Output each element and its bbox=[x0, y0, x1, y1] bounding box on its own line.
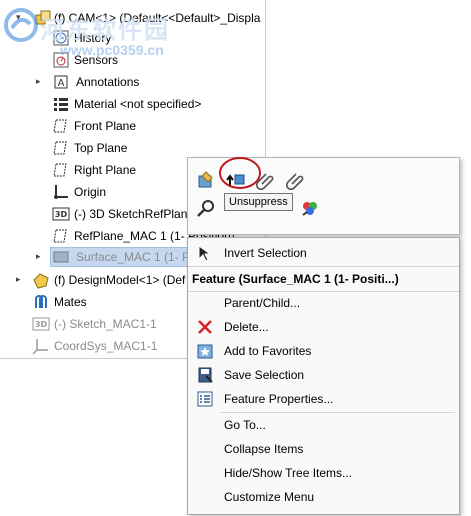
tree-item-sensors[interactable]: Sensors bbox=[52, 50, 252, 70]
tree-item-material[interactable]: Material <not specified> bbox=[52, 94, 262, 114]
tree-item-label: Right Plane bbox=[74, 163, 137, 177]
tree-root-label: (f) CAM<1> (Default<<Default>_Displa bbox=[54, 11, 261, 25]
plane-icon bbox=[53, 229, 67, 243]
tree-item-label: Mates bbox=[54, 295, 87, 309]
history-icon bbox=[53, 30, 69, 46]
menu-item-label: Go To... bbox=[224, 418, 266, 432]
origin-icon bbox=[54, 185, 68, 199]
tree-item-label: Annotations bbox=[76, 75, 140, 89]
zoom-to-selection-icon[interactable] bbox=[196, 198, 216, 218]
properties-icon bbox=[197, 391, 213, 407]
menu-item-label: Feature Properties... bbox=[224, 392, 334, 406]
tree-item-label: Front Plane bbox=[74, 119, 137, 133]
tree-item-annotations[interactable]: ▸ A Annotations bbox=[34, 72, 254, 92]
annotations-icon: A bbox=[54, 75, 68, 89]
menu-item-label: Invert Selection bbox=[224, 246, 307, 260]
paperclip-alt-icon[interactable] bbox=[286, 170, 306, 190]
tree-item-label: (f) DesignModel<1> (Def bbox=[54, 273, 186, 287]
menu-divider bbox=[188, 266, 459, 267]
3d-sketch-icon: 3D bbox=[52, 207, 70, 221]
material-icon bbox=[54, 98, 68, 111]
plane-icon bbox=[53, 119, 67, 133]
tree-item-label: CoordSys_MAC1-1 bbox=[54, 339, 158, 353]
menu-item-go-to[interactable]: Go To... bbox=[188, 414, 459, 436]
tree-item-label: Surface_MAC 1 (1- P bbox=[76, 250, 191, 264]
delete-icon bbox=[198, 320, 212, 334]
tree-item-label: History bbox=[74, 31, 112, 45]
part-icon bbox=[33, 273, 49, 289]
menu-item-collapse-items[interactable]: Collapse Items bbox=[188, 438, 459, 460]
menu-item-save-selection[interactable]: Save Selection bbox=[188, 364, 459, 386]
surface-icon bbox=[53, 251, 69, 263]
menu-item-label: Save Selection bbox=[224, 368, 305, 382]
tree-item-front-plane[interactable]: Front Plane bbox=[52, 116, 252, 136]
save-selection-icon bbox=[198, 367, 213, 383]
tree-item-label: (-) 3D SketchRefPlan bbox=[74, 207, 188, 221]
tree-item-label: Sensors bbox=[74, 53, 119, 67]
menu-header-label: Feature (Surface_MAC 1 (1- Positi...) bbox=[192, 272, 399, 286]
mates-icon bbox=[35, 295, 47, 308]
assembly-icon bbox=[35, 10, 51, 25]
sensors-icon bbox=[53, 52, 69, 68]
appearance-icon[interactable] bbox=[300, 198, 320, 218]
3d-sketch-icon: 3D bbox=[32, 317, 50, 331]
tree-item-label: Top Plane bbox=[74, 141, 128, 155]
tree-item-history[interactable]: History bbox=[52, 28, 252, 48]
tree-item-label: Origin bbox=[74, 185, 107, 199]
plane-icon bbox=[53, 163, 67, 177]
plane-icon bbox=[53, 141, 67, 155]
tree-root-item[interactable]: ▾ (f) CAM<1> (Default<<Default>_Displa bbox=[14, 8, 264, 28]
menu-item-label: Add to Favorites bbox=[224, 344, 312, 358]
menu-item-feature-properties[interactable]: Feature Properties... bbox=[188, 388, 459, 410]
menu-item-label: Customize Menu bbox=[224, 490, 315, 504]
menu-item-label: Collapse Items bbox=[224, 442, 304, 456]
context-menu: Invert Selection Feature (Surface_MAC 1 … bbox=[187, 237, 460, 515]
collapse-arrow-icon[interactable]: ▾ bbox=[16, 12, 21, 23]
expand-arrow-icon[interactable]: ▸ bbox=[36, 251, 41, 262]
tree-item-label: Material <not specified> bbox=[74, 97, 202, 111]
menu-item-parent-child[interactable]: Parent/Child... bbox=[188, 292, 459, 314]
unsuppress-tooltip: Unsuppress bbox=[224, 193, 293, 211]
menu-divider bbox=[220, 412, 455, 413]
menu-section-header: Feature (Surface_MAC 1 (1- Positi...) bbox=[188, 268, 459, 290]
highlight-circle bbox=[219, 157, 261, 189]
menu-item-label: Hide/Show Tree Items... bbox=[224, 466, 353, 480]
menu-item-label: Parent/Child... bbox=[224, 296, 301, 310]
menu-item-delete[interactable]: Delete... bbox=[188, 316, 459, 338]
tree-item-label: (-) Sketch_MAC1-1 bbox=[54, 317, 157, 331]
favorites-icon bbox=[197, 344, 213, 359]
edit-feature-icon[interactable] bbox=[196, 170, 216, 190]
menu-item-invert-selection[interactable]: Invert Selection bbox=[188, 242, 459, 264]
cursor-icon bbox=[198, 245, 212, 262]
svg-text:3D: 3D bbox=[55, 210, 68, 219]
menu-item-hide-show-tree-items[interactable]: Hide/Show Tree Items... bbox=[188, 462, 459, 484]
menu-item-add-to-favorites[interactable]: Add to Favorites bbox=[188, 340, 459, 362]
expand-arrow-icon[interactable]: ▸ bbox=[36, 76, 41, 87]
coordsys-icon bbox=[32, 339, 48, 355]
expand-arrow-icon[interactable]: ▸ bbox=[16, 274, 21, 285]
svg-text:A: A bbox=[58, 78, 65, 89]
menu-item-customize-menu[interactable]: Customize Menu bbox=[188, 486, 459, 508]
svg-text:3D: 3D bbox=[35, 320, 48, 329]
menu-item-label: Delete... bbox=[224, 320, 269, 334]
